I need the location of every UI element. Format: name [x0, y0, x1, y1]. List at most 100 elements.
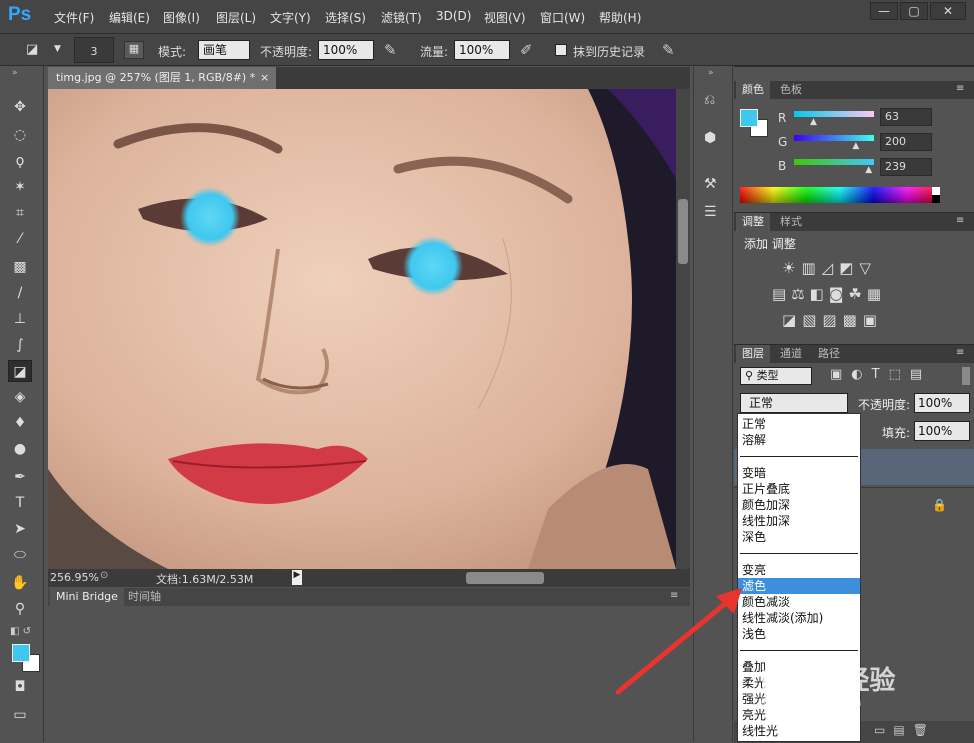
move-tool-icon[interactable]: ✥ — [8, 96, 32, 118]
collapse-arrows-icon[interactable]: » — [12, 68, 18, 78]
spectrum-white-icon[interactable] — [932, 187, 940, 195]
zoom-tool-icon[interactable]: ⚲ — [8, 598, 32, 620]
collapse-dock-icon[interactable]: » — [708, 68, 714, 78]
path-select-icon[interactable]: ➤ — [8, 518, 32, 540]
image-canvas[interactable] — [48, 89, 676, 569]
bw-icon[interactable]: ◧ — [810, 285, 829, 303]
tab-layers[interactable]: 图层 — [736, 345, 770, 363]
chevron-down-icon[interactable]: ▼ — [54, 44, 61, 54]
selective-color-icon[interactable]: ▣ — [863, 311, 883, 329]
opacity-input[interactable]: 100% — [318, 40, 374, 60]
blend-option[interactable]: 颜色加深 — [738, 497, 860, 513]
tool-presets-icon[interactable]: ⚒ — [704, 176, 717, 192]
layer-filter-select[interactable]: ⚲ 类型 — [740, 367, 812, 385]
b-input[interactable]: 239 — [880, 158, 932, 176]
filter-adjust-icon[interactable]: ◐ — [851, 367, 871, 382]
gradient-map-icon[interactable]: ▩ — [843, 311, 863, 329]
eyedropper-icon[interactable]: ⁄ — [8, 228, 32, 250]
delete-layer-icon[interactable]: 🗑 — [913, 723, 936, 737]
color-balance-icon[interactable]: ⚖ — [791, 285, 809, 303]
blend-option[interactable]: 变暗 — [738, 465, 860, 481]
blend-option[interactable]: 正片叠底 — [738, 481, 860, 497]
history-panel-icon[interactable]: ⎌ — [704, 92, 715, 108]
brush-panel-icon[interactable]: ▦ — [124, 41, 144, 59]
new-group-icon[interactable]: ▭ — [874, 723, 893, 737]
color-spectrum-ramp[interactable] — [740, 187, 940, 203]
blend-option[interactable]: 线性加深 — [738, 513, 860, 529]
fill-input[interactable]: 100% — [914, 421, 970, 441]
screen-mode-icon[interactable]: ▭ — [8, 704, 32, 726]
scroll-thumb[interactable] — [678, 199, 688, 264]
tab-styles[interactable]: 样式 — [774, 213, 808, 231]
menu-image[interactable]: 图像(I) — [163, 9, 200, 26]
close-window-button[interactable]: ✕ — [930, 2, 966, 20]
menu-edit[interactable]: 编辑(E) — [109, 9, 150, 26]
filter-smart-icon[interactable]: ▤ — [910, 367, 931, 382]
tab-timeline[interactable]: 时间轴 — [122, 588, 167, 606]
levels-icon[interactable]: ▥ — [801, 259, 821, 277]
r-slider[interactable] — [794, 111, 874, 117]
pressure-opacity-icon[interactable]: ✎ — [384, 41, 397, 59]
healing-brush-icon[interactable]: ▩ — [8, 256, 32, 278]
history-brush-icon[interactable]: ∫ — [8, 334, 32, 356]
dodge-tool-icon[interactable]: ● — [8, 438, 32, 460]
tab-channels[interactable]: 通道 — [774, 345, 808, 363]
photo-filter-icon[interactable]: ◙ — [829, 285, 849, 303]
g-slider-thumb[interactable]: ▲ — [852, 141, 859, 151]
invert-icon[interactable]: ◪ — [782, 311, 802, 329]
posterize-icon[interactable]: ▧ — [802, 311, 822, 329]
new-layer-icon[interactable]: ▤ — [893, 723, 912, 737]
blend-option[interactable]: 深色 — [738, 529, 860, 545]
3d-panel-icon[interactable]: ⬢ — [704, 130, 716, 146]
exposure-icon[interactable]: ◩ — [839, 259, 859, 277]
panel-menu-icon[interactable]: ≡ — [956, 215, 964, 226]
zoom-icon[interactable]: ⊙ — [100, 570, 108, 581]
filter-toggle[interactable] — [962, 367, 970, 385]
panel-menu-icon[interactable]: ≡ — [956, 83, 964, 94]
crop-tool-icon[interactable]: ⌗ — [8, 202, 32, 224]
tab-swatches[interactable]: 色板 — [774, 81, 808, 99]
menu-help[interactable]: 帮助(H) — [599, 9, 641, 26]
g-input[interactable]: 200 — [880, 133, 932, 151]
r-input[interactable]: 63 — [880, 108, 932, 126]
foreground-color-swatch[interactable] — [12, 644, 30, 662]
history-checkbox[interactable] — [555, 44, 567, 56]
blend-option[interactable]: 亮光 — [738, 707, 860, 723]
g-slider[interactable] — [794, 135, 874, 141]
blend-mode-select[interactable]: 正常 — [740, 393, 848, 413]
magic-wand-icon[interactable]: ✶ — [8, 176, 32, 198]
blend-option[interactable]: 溶解 — [738, 432, 860, 448]
default-colors-icon[interactable]: ◧ ↺ — [10, 626, 31, 637]
quick-mask-icon[interactable]: ◘ — [8, 676, 32, 698]
spectrum-black-icon[interactable] — [932, 195, 940, 203]
type-tool-icon[interactable]: T — [8, 492, 32, 514]
menu-window[interactable]: 窗口(W) — [540, 9, 585, 26]
airbrush-icon[interactable]: ✐ — [520, 41, 533, 59]
menu-select[interactable]: 选择(S) — [325, 9, 366, 26]
eraser-tool-icon[interactable]: ◪ — [8, 360, 32, 382]
color-lookup-icon[interactable]: ▦ — [867, 285, 886, 303]
minimize-button[interactable]: — — [870, 2, 898, 20]
tab-paths[interactable]: 路径 — [812, 345, 846, 363]
lasso-tool-icon[interactable]: ϙ — [8, 150, 32, 172]
properties-panel-icon[interactable]: ☰ — [704, 204, 717, 220]
b-slider[interactable] — [794, 159, 874, 165]
brightness-icon[interactable]: ☀ — [782, 259, 801, 277]
paint-bucket-icon[interactable]: ◈ — [8, 386, 32, 408]
tab-adjustments[interactable]: 调整 — [736, 213, 770, 231]
filter-type-icon[interactable]: T — [872, 367, 889, 382]
shape-tool-icon[interactable]: ⬭ — [8, 544, 32, 566]
threshold-icon[interactable]: ▨ — [822, 311, 842, 329]
brush-tool-icon[interactable]: ∕ — [8, 282, 32, 304]
stamp-tool-icon[interactable]: ⊥ — [8, 308, 32, 330]
channel-mixer-icon[interactable]: ☘ — [848, 285, 866, 303]
r-slider-thumb[interactable]: ▲ — [810, 117, 817, 127]
menu-file[interactable]: 文件(F) — [54, 9, 94, 26]
flow-input[interactable]: 100% — [454, 40, 510, 60]
b-slider-thumb[interactable]: ▲ — [865, 165, 872, 175]
tab-color[interactable]: 颜色 — [736, 81, 770, 99]
vertical-scrollbar[interactable] — [676, 89, 690, 569]
pen-tool-icon[interactable]: ✒ — [8, 466, 32, 488]
doc-info[interactable]: 文档:1.63M/2.53M — [156, 571, 253, 587]
horizontal-scroll-thumb[interactable] — [466, 572, 544, 584]
